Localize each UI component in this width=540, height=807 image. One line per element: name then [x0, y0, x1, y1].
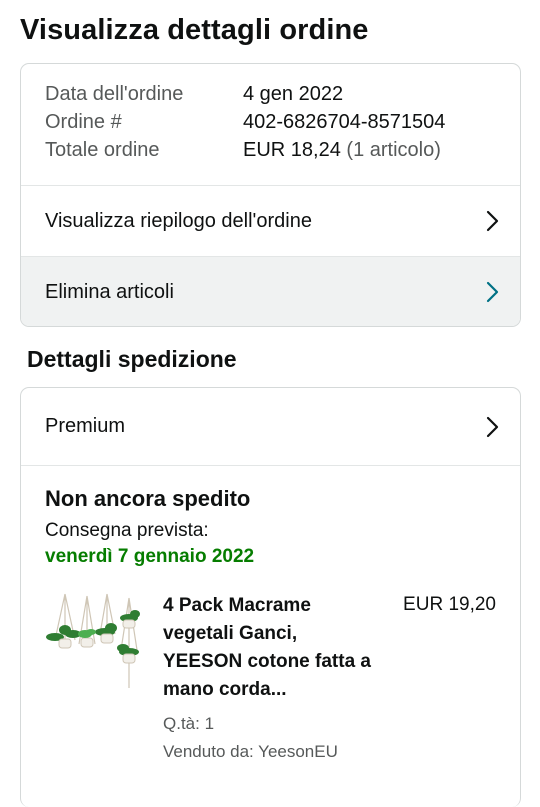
order-item-count: (1 articolo): [346, 139, 441, 161]
delivery-estimate-label: Consegna prevista:: [45, 520, 209, 541]
view-order-summary-button[interactable]: Visualizza riepilogo dell'ordine: [21, 185, 520, 256]
shipping-section-title: Dettagli spedizione: [27, 346, 237, 372]
chevron-right-icon: [486, 210, 499, 232]
shipment-card: Premium Non ancora spedito Consegna prev…: [20, 387, 521, 807]
chevron-right-icon: [486, 416, 499, 437]
order-number-label: Ordine #: [45, 111, 122, 133]
product-price: EUR 19,20: [403, 594, 496, 615]
shipping-method-row[interactable]: Premium: [21, 388, 520, 465]
order-number-row: Ordine # 402-6826704-8571504: [45, 111, 520, 139]
order-total-amount: EUR 18,24: [243, 139, 341, 161]
page-title: Visualizza dettagli ordine: [20, 14, 369, 46]
delete-items-button[interactable]: Elimina articoli: [21, 256, 520, 326]
delivery-estimate-date: venerdì 7 gennaio 2022: [45, 546, 255, 567]
shipment-status: Non ancora spedito: [45, 486, 251, 511]
order-date-row: Data dell'ordine 4 gen 2022: [45, 83, 520, 111]
order-summary-card: Data dell'ordine 4 gen 2022 Ordine # 402…: [20, 63, 521, 327]
order-date-label: Data dell'ordine: [45, 83, 184, 105]
chevron-right-icon: [486, 281, 499, 303]
order-total-row: Totale ordine EUR 18,24 (1 articolo): [45, 139, 520, 167]
order-total-value: EUR 18,24 (1 articolo): [243, 139, 441, 167]
product-image[interactable]: [45, 592, 145, 692]
delete-items-label: Elimina articoli: [45, 280, 174, 303]
product-seller: Venduto da: YeesonEU: [163, 742, 338, 761]
product-quantity: Q.tà: 1: [163, 714, 215, 733]
order-total-label: Totale ordine: [45, 139, 160, 161]
shipping-method-label: Premium: [45, 415, 126, 437]
product-info: 4 Pack Macrame vegetali Ganci, YEESON co…: [163, 592, 375, 766]
order-number-value: 402-6826704-8571504: [243, 111, 446, 133]
view-order-summary-label: Visualizza riepilogo dell'ordine: [45, 209, 312, 232]
shipment-status-block: Non ancora spedito Consegna prevista: ve…: [21, 465, 520, 766]
product-item[interactable]: 4 Pack Macrame vegetali Ganci, YEESON co…: [45, 592, 496, 766]
product-title[interactable]: 4 Pack Macrame vegetali Ganci, YEESON co…: [163, 592, 375, 704]
order-date-value: 4 gen 2022: [243, 83, 344, 105]
order-info: Data dell'ordine 4 gen 2022 Ordine # 402…: [21, 64, 520, 185]
